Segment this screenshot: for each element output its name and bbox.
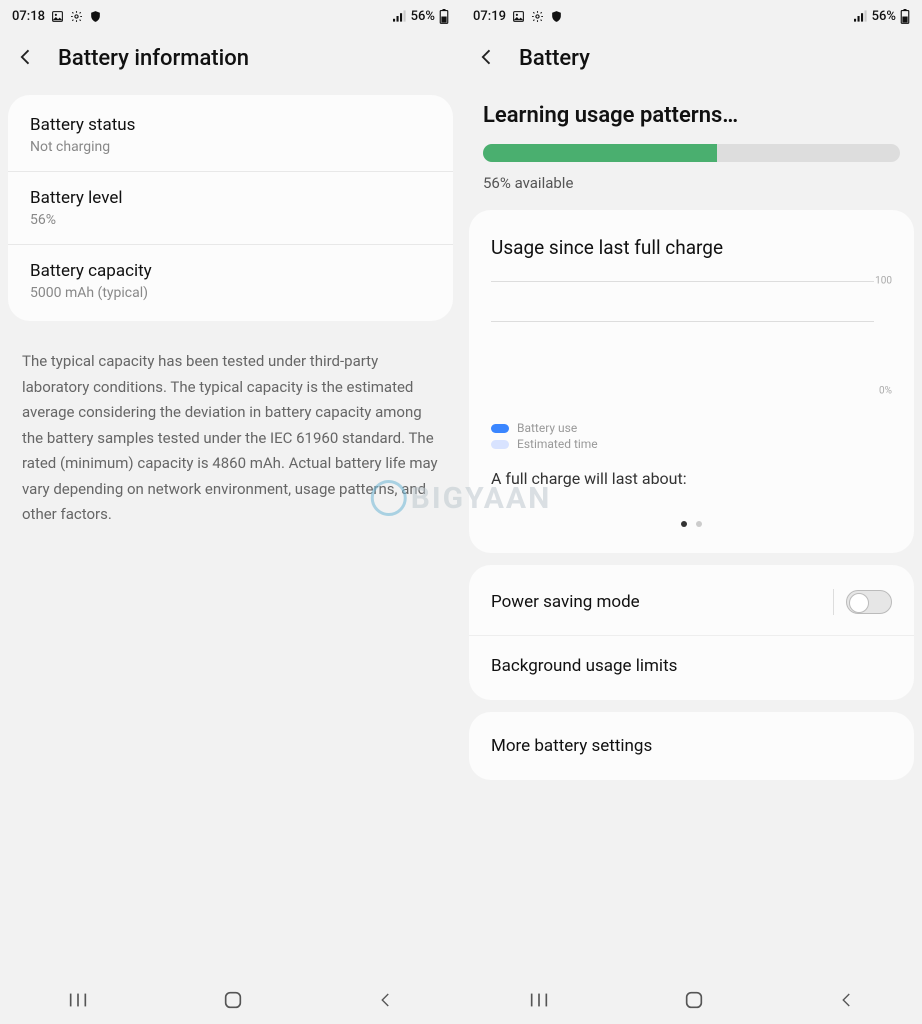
page-title: Battery	[519, 46, 590, 71]
row-title: Battery capacity	[30, 261, 431, 281]
learning-block: Learning usage patterns… 56% available	[461, 95, 922, 210]
full-charge-text: A full charge will last about:	[469, 461, 914, 500]
options-card: Power saving mode Background usage limit…	[469, 565, 914, 700]
chart-y-top: 100	[875, 276, 892, 287]
divider	[833, 589, 834, 615]
shield-icon	[550, 10, 563, 23]
row-title: Battery level	[30, 188, 431, 208]
power-saving-row[interactable]: Power saving mode	[469, 569, 914, 635]
usage-chart[interactable]: 100 0%	[491, 271, 892, 411]
battery-progress-bar	[483, 144, 900, 162]
row-sub: Not charging	[30, 139, 431, 155]
battery-capacity-row[interactable]: Battery capacity 5000 mAh (typical)	[8, 244, 453, 317]
usage-card: Usage since last full charge 100 0% Batt…	[469, 210, 914, 553]
status-bar: 07:18 56%	[0, 0, 461, 28]
home-button[interactable]	[683, 989, 705, 1015]
chart-y-bottom: 0%	[879, 386, 892, 397]
usage-title: Usage since last full charge	[469, 214, 914, 271]
background-limits-row[interactable]: Background usage limits	[469, 635, 914, 696]
status-battery-text: 56%	[411, 9, 435, 24]
page-title: Battery information	[58, 46, 249, 71]
screen-battery: 07:19 56% Battery Learning usage pattern…	[461, 0, 922, 1024]
signal-icon	[393, 10, 407, 22]
battery-icon	[900, 9, 910, 24]
status-time: 07:18	[12, 9, 45, 24]
page-header: Battery	[461, 28, 922, 95]
dot-2	[696, 521, 702, 527]
page-indicator[interactable]	[469, 500, 914, 549]
status-time: 07:19	[473, 9, 506, 24]
background-limits-label: Background usage limits	[491, 656, 677, 676]
legend-battery-use: Battery use	[517, 421, 577, 435]
back-button[interactable]	[16, 47, 36, 71]
battery-icon	[439, 9, 449, 24]
learning-title: Learning usage patterns…	[483, 103, 900, 128]
recents-button[interactable]	[67, 991, 89, 1013]
image-icon	[512, 10, 525, 23]
gear-icon	[70, 10, 83, 23]
legend-swatch-use	[491, 424, 509, 433]
back-button[interactable]	[477, 47, 497, 71]
shield-icon	[89, 10, 102, 23]
battery-progress-fill	[483, 144, 717, 162]
status-battery-text: 56%	[872, 9, 896, 24]
chart-legend: Battery use Estimated time	[469, 411, 914, 461]
signal-icon	[854, 10, 868, 22]
recents-button[interactable]	[528, 991, 550, 1013]
dot-1	[681, 521, 687, 527]
legend-estimated-time: Estimated time	[517, 437, 598, 451]
legend-swatch-est	[491, 440, 509, 449]
more-settings-card: More battery settings	[469, 712, 914, 780]
status-bar: 07:19 56%	[461, 0, 922, 28]
nav-back-button[interactable]	[838, 991, 856, 1013]
image-icon	[51, 10, 64, 23]
battery-level-row[interactable]: Battery level 56%	[8, 171, 453, 244]
home-button[interactable]	[222, 989, 244, 1015]
row-sub: 5000 mAh (typical)	[30, 285, 431, 301]
gear-icon	[531, 10, 544, 23]
row-title: Battery status	[30, 115, 431, 135]
more-battery-settings-row[interactable]: More battery settings	[469, 716, 914, 776]
capacity-description: The typical capacity has been tested und…	[0, 333, 461, 544]
more-battery-settings-label: More battery settings	[491, 736, 652, 756]
available-text: 56% available	[483, 174, 900, 192]
battery-info-card: Battery status Not charging Battery leve…	[8, 95, 453, 321]
row-sub: 56%	[30, 212, 431, 228]
page-header: Battery information	[0, 28, 461, 95]
nav-bar	[461, 980, 922, 1024]
battery-status-row[interactable]: Battery status Not charging	[8, 99, 453, 171]
nav-bar	[0, 980, 461, 1024]
power-saving-label: Power saving mode	[491, 592, 640, 612]
screen-battery-information: 07:18 56% Battery information Battery st…	[0, 0, 461, 1024]
nav-back-button[interactable]	[377, 991, 395, 1013]
power-saving-toggle[interactable]	[846, 590, 892, 614]
